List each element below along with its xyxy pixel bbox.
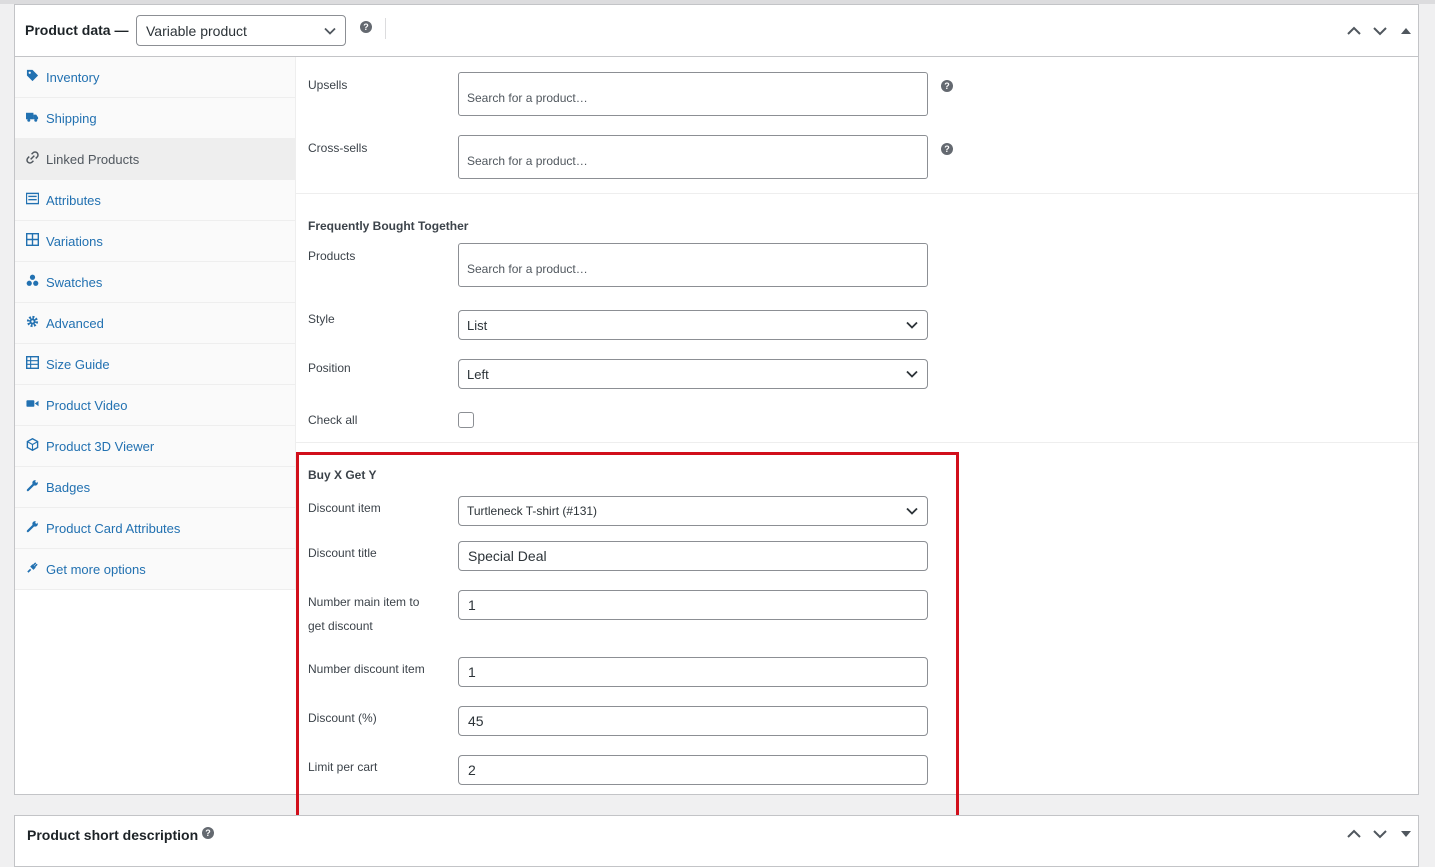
fbt-style-value: List xyxy=(467,318,488,333)
fbt-products-placeholder: Search for a product… xyxy=(467,262,588,276)
tab-label: Product Video xyxy=(46,398,128,413)
tab-label: Inventory xyxy=(46,70,100,85)
tab-label: Product Card Attributes xyxy=(46,521,181,536)
help-icon[interactable]: ? xyxy=(202,827,214,839)
fbt-heading: Frequently Bought Together xyxy=(308,219,469,233)
wrench-icon xyxy=(26,480,38,492)
tab-label: Shipping xyxy=(46,111,97,126)
tab-inventory[interactable]: Inventory xyxy=(15,57,295,98)
chevron-down-icon xyxy=(906,321,918,329)
tab-get-more-options[interactable]: Get more options xyxy=(15,549,295,590)
tab-label: Attributes xyxy=(46,193,101,208)
product-data-header: Product data — Variable product ? xyxy=(15,5,1418,57)
product-data-tabs: Inventory Shipping Linked Products Attri… xyxy=(15,57,296,590)
fbt-style-select[interactable]: List xyxy=(458,310,928,340)
tab-label: Variations xyxy=(46,234,103,249)
tab-label: Swatches xyxy=(46,275,103,290)
highlight-box xyxy=(296,452,959,827)
header-divider xyxy=(385,18,386,39)
cross-sells-label: Cross-sells xyxy=(308,141,368,155)
product-short-description-box: Product short description ? xyxy=(14,815,1419,867)
fbt-position-value: Left xyxy=(467,367,489,382)
fbt-products-search-input[interactable]: Search for a product… xyxy=(458,243,928,287)
tab-product-video[interactable]: Product Video xyxy=(15,385,295,426)
tab-size-guide[interactable]: Size Guide xyxy=(15,344,295,385)
gear-icon xyxy=(26,315,39,328)
tab-attributes[interactable]: Attributes xyxy=(15,180,295,221)
product-short-description-title: Product short description xyxy=(27,827,199,843)
expand-toggle-icon[interactable] xyxy=(1396,824,1416,844)
tab-product-card-attributes[interactable]: Product Card Attributes xyxy=(15,508,295,549)
tab-label: Get more options xyxy=(46,562,146,577)
tab-label: Size Guide xyxy=(46,357,110,372)
cross-sells-placeholder: Search for a product… xyxy=(467,154,588,168)
tab-swatches[interactable]: Swatches xyxy=(15,262,295,303)
chevron-down-icon[interactable] xyxy=(1370,21,1390,41)
tab-shipping[interactable]: Shipping xyxy=(15,98,295,139)
product-type-select[interactable]: Variable product xyxy=(136,15,346,46)
tab-badges[interactable]: Badges xyxy=(15,467,295,508)
tab-label: Advanced xyxy=(46,316,104,331)
upsells-search-input[interactable]: Search for a product… xyxy=(458,72,928,116)
chevron-down-icon[interactable] xyxy=(1370,824,1390,844)
fbt-style-label: Style xyxy=(308,312,335,326)
fbt-check-all-checkbox[interactable] xyxy=(458,412,474,428)
chevron-down-icon xyxy=(906,370,918,378)
link-icon xyxy=(26,151,39,164)
fbt-position-label: Position xyxy=(308,361,351,375)
collapse-toggle-icon[interactable] xyxy=(1396,21,1416,41)
help-icon[interactable]: ? xyxy=(941,143,953,155)
plug-icon xyxy=(27,562,38,573)
tab-label: Product 3D Viewer xyxy=(46,439,155,454)
product-data-title: Product data — xyxy=(25,22,129,38)
tab-label: Linked Products xyxy=(46,152,140,167)
chevron-up-icon[interactable] xyxy=(1344,21,1364,41)
swatches-icon xyxy=(26,274,39,286)
truck-icon xyxy=(26,112,39,122)
help-icon[interactable]: ? xyxy=(360,21,372,33)
list-icon xyxy=(26,192,39,205)
fbt-check-all-label: Check all xyxy=(308,413,358,427)
video-icon xyxy=(26,400,39,407)
section-divider xyxy=(296,442,1418,443)
cross-sells-search-input[interactable]: Search for a product… xyxy=(458,135,928,179)
tab-advanced[interactable]: Advanced xyxy=(15,303,295,344)
tab-linked-products[interactable]: Linked Products xyxy=(15,139,295,180)
product-type-value: Variable product xyxy=(146,23,247,39)
fbt-position-select[interactable]: Left xyxy=(458,359,928,389)
tab-label: Badges xyxy=(46,480,91,495)
tab-product-3d-viewer[interactable]: Product 3D Viewer xyxy=(15,426,295,467)
wrench-icon xyxy=(26,521,38,533)
chevron-up-icon[interactable] xyxy=(1344,824,1364,844)
tab-variations[interactable]: Variations xyxy=(15,221,295,262)
upsells-placeholder: Search for a product… xyxy=(467,91,588,105)
table-icon xyxy=(26,356,39,369)
help-icon[interactable]: ? xyxy=(941,80,953,92)
fbt-products-label: Products xyxy=(308,249,356,263)
tag-icon xyxy=(26,69,39,82)
chevron-down-icon xyxy=(324,27,336,35)
cube-icon xyxy=(26,438,39,451)
grid-icon xyxy=(26,233,39,246)
upsells-label: Upsells xyxy=(308,78,348,92)
section-divider xyxy=(296,193,1418,194)
